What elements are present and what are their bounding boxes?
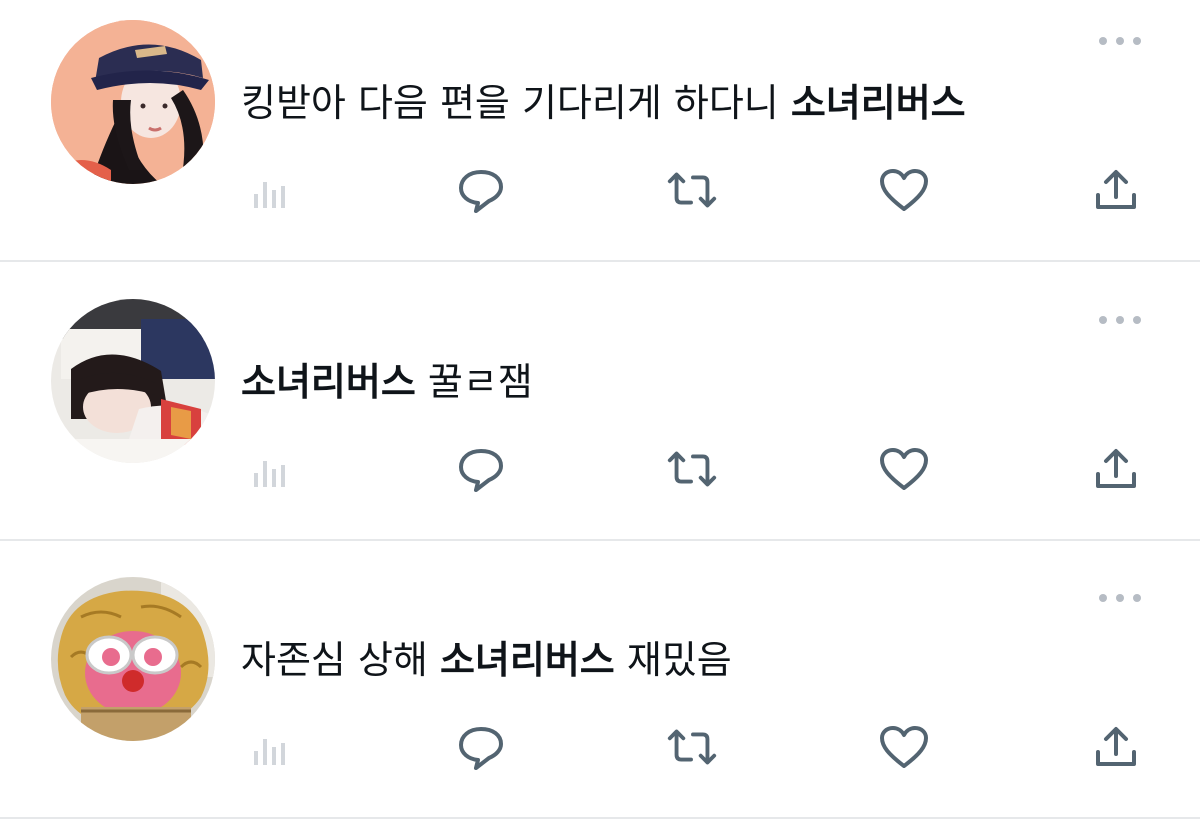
retweet-icon[interactable] [664, 444, 720, 494]
share-upload-icon[interactable] [1088, 722, 1144, 772]
hashtag-link[interactable]: 소녀리버스 [440, 638, 615, 682]
more-options-icon[interactable] [1097, 34, 1143, 48]
share-upload-icon[interactable] [1088, 444, 1144, 494]
tweet[interactable]: 자존심 상해 소녀리버스 재밌음 [0, 557, 1200, 819]
retweet-icon[interactable] [664, 722, 720, 772]
hashtag-link[interactable]: 소녀리버스 [241, 360, 416, 404]
speech-bubble-icon[interactable] [453, 722, 509, 772]
bar-chart-icon[interactable] [242, 165, 298, 215]
tweet-feed: 킹받아 다음 편을 기다리게 하다니 소녀리버스 소녀리버스 꿀ㄹ잼 자존심 상… [0, 0, 1200, 819]
tweet-actions [0, 722, 1200, 772]
heart-icon[interactable] [876, 165, 932, 215]
share-upload-icon[interactable] [1088, 165, 1144, 215]
tweet-text: 자존심 상해 소녀리버스 재밌음 [241, 637, 1141, 683]
tweet[interactable]: 킹받아 다음 편을 기다리게 하다니 소녀리버스 [0, 0, 1200, 262]
hashtag-link[interactable]: 소녀리버스 [791, 81, 966, 125]
more-options-icon[interactable] [1097, 591, 1143, 605]
heart-icon[interactable] [876, 444, 932, 494]
tweet[interactable]: 소녀리버스 꿀ㄹ잼 [0, 279, 1200, 541]
more-options-icon[interactable] [1097, 313, 1143, 327]
divider [0, 539, 1200, 541]
speech-bubble-icon[interactable] [453, 444, 509, 494]
tweet-actions [0, 444, 1200, 494]
retweet-icon[interactable] [664, 165, 720, 215]
tweet-text-suffix: 꿀ㄹ잼 [415, 360, 533, 404]
bar-chart-icon[interactable] [242, 722, 298, 772]
tweet-text: 킹받아 다음 편을 기다리게 하다니 소녀리버스 [241, 80, 1141, 126]
tweet-text-prefix: 자존심 상해 [241, 638, 440, 682]
avatar[interactable] [51, 299, 215, 463]
heart-icon[interactable] [876, 722, 932, 772]
bar-chart-icon[interactable] [242, 444, 298, 494]
speech-bubble-icon[interactable] [453, 165, 509, 215]
tweet-actions [0, 165, 1200, 215]
divider [0, 260, 1200, 262]
tweet-text: 소녀리버스 꿀ㄹ잼 [241, 359, 1141, 405]
tweet-text-suffix: 재밌음 [614, 638, 732, 682]
tweet-text-prefix: 킹받아 다음 편을 기다리게 하다니 [241, 81, 791, 125]
avatar[interactable] [51, 20, 215, 184]
avatar[interactable] [51, 577, 215, 741]
